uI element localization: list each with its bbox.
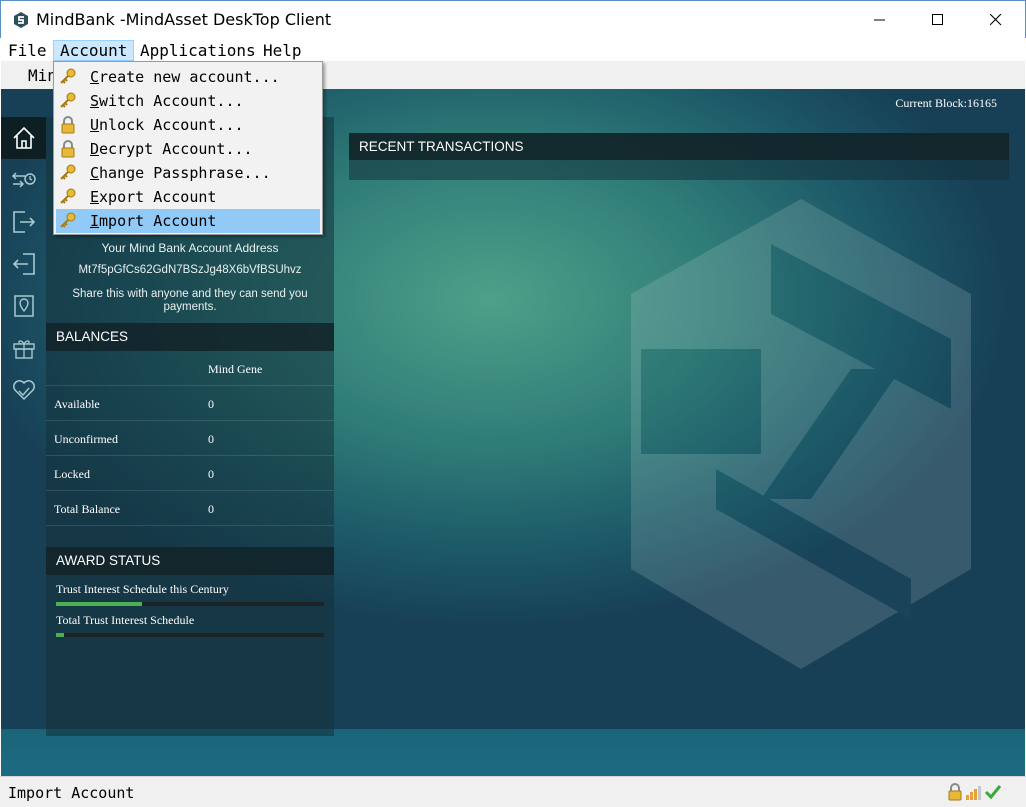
menu-item-label: Import Account (90, 212, 217, 230)
balance-value: 0 (208, 432, 214, 446)
menu-account-label: Account (60, 41, 128, 60)
close-button[interactable] (967, 1, 1025, 39)
transactions-icon (11, 172, 36, 188)
app-logo-icon (14, 12, 28, 28)
home-icon (12, 126, 35, 149)
recent-transactions-panel: RECENT TRANSACTIONS (349, 133, 1009, 180)
award-progress-fill (56, 602, 142, 606)
balances-header: BALANCES (46, 323, 334, 351)
heart-hands-icon (12, 380, 35, 401)
menu-bar: File Account Applications Help (1, 38, 1025, 61)
menu-item-label: Create new account... (90, 68, 280, 86)
key-icon (60, 212, 76, 228)
award-status-header: AWARD STATUS (46, 547, 334, 575)
sidebar-item-donate[interactable] (1, 369, 46, 411)
receive-icon (12, 253, 35, 275)
balance-currency-column: Mind Gene (208, 362, 263, 376)
status-bar: Import Account (0, 776, 1026, 807)
minimize-button[interactable] (851, 1, 909, 39)
icon-sidebar (1, 117, 46, 437)
key-icon (60, 164, 76, 180)
menu-item-label: Export Account (90, 188, 217, 206)
title-bar: MindBank -MindAsset DeskTop Client (0, 0, 1026, 38)
signal-bars-icon (966, 786, 981, 800)
menu-item-label: Switch Account... (90, 92, 244, 110)
menu-item-export-account[interactable]: Export Account (56, 185, 320, 209)
gift-icon (12, 340, 35, 359)
maximize-button[interactable] (909, 1, 967, 39)
menu-item-label: Decrypt Account... (90, 140, 253, 158)
menu-item-switch-account[interactable]: Switch Account... (56, 89, 320, 113)
send-icon (12, 211, 35, 233)
address-label: Your Mind Bank Account Address (101, 241, 279, 255)
award-progress-total (56, 633, 324, 637)
balance-row-available: Available 0 (46, 386, 334, 421)
balance-row-locked: Locked 0 (46, 456, 334, 491)
menu-item-label: Unlock Account... (90, 116, 244, 134)
account-address[interactable]: Mt7f5pGfCs62GdN7BSzJg48X6bVfBSUhvz (46, 264, 334, 276)
menu-file-label: File (8, 41, 47, 60)
checkmark-icon (984, 785, 1002, 800)
balance-row-total: Total Balance 0 (46, 491, 334, 526)
award-progress-century (56, 602, 324, 606)
close-icon (990, 14, 1002, 26)
sidebar-item-transactions[interactable] (1, 159, 46, 201)
address-share-note: Share this with anyone and they can send… (72, 288, 308, 313)
window-title: MindBank -MindAsset DeskTop Client (36, 10, 332, 29)
menu-account[interactable]: Account (53, 40, 135, 61)
award-progress-fill (56, 633, 65, 637)
menu-item-label: Change Passphrase... (90, 164, 271, 182)
balance-label: Total Balance (54, 502, 121, 516)
key-icon (60, 68, 76, 84)
menu-applications-label: Applications (140, 41, 256, 60)
key-icon (60, 92, 76, 108)
menu-help[interactable]: Help (257, 40, 308, 61)
menu-applications[interactable]: Applications (134, 40, 262, 61)
account-dropdown-menu: Create new account... Switch Account... … (53, 61, 323, 235)
menu-item-import-account[interactable]: Import Account (56, 209, 320, 233)
menu-item-change-passphrase[interactable]: Change Passphrase... (56, 161, 320, 185)
key-icon (60, 188, 76, 204)
content-footer-band (1, 729, 1025, 776)
menu-item-unlock-account[interactable]: Unlock Account... (56, 113, 320, 137)
sidebar-item-gift[interactable] (1, 327, 46, 369)
sidebar-item-home[interactable] (1, 117, 46, 159)
recent-transactions-header: RECENT TRANSACTIONS (349, 133, 1009, 160)
balance-label: Available (54, 397, 100, 411)
sidebar-item-location[interactable] (1, 285, 46, 327)
lock-icon (948, 783, 962, 801)
padlock-icon (61, 116, 75, 134)
award-label-total: Total Trust Interest Schedule (56, 613, 195, 627)
balance-label: Locked (54, 467, 90, 481)
status-text: Import Account (8, 784, 135, 802)
brand-watermark-icon (631, 199, 971, 669)
balance-row-unconfirmed: Unconfirmed 0 (46, 421, 334, 456)
balance-label: Unconfirmed (54, 432, 118, 446)
menu-help-label: Help (263, 41, 302, 60)
sidebar-item-receive[interactable] (1, 243, 46, 285)
location-icon (13, 295, 34, 317)
menu-item-decrypt-account[interactable]: Decrypt Account... (56, 137, 320, 161)
maximize-icon (932, 14, 943, 25)
current-block: Current Block:16165 (895, 96, 997, 110)
balance-value: 0 (208, 502, 214, 516)
menu-file[interactable]: File (2, 40, 53, 61)
padlock-icon (61, 140, 75, 158)
minimize-icon (874, 19, 885, 21)
balances-column-header: Mind Gene (46, 351, 334, 386)
balance-value: 0 (208, 467, 214, 481)
balance-value: 0 (208, 397, 214, 411)
award-label-century: Trust Interest Schedule this Century (56, 582, 229, 596)
menu-item-create-account[interactable]: Create new account... (56, 65, 320, 89)
sidebar-item-send[interactable] (1, 201, 46, 243)
